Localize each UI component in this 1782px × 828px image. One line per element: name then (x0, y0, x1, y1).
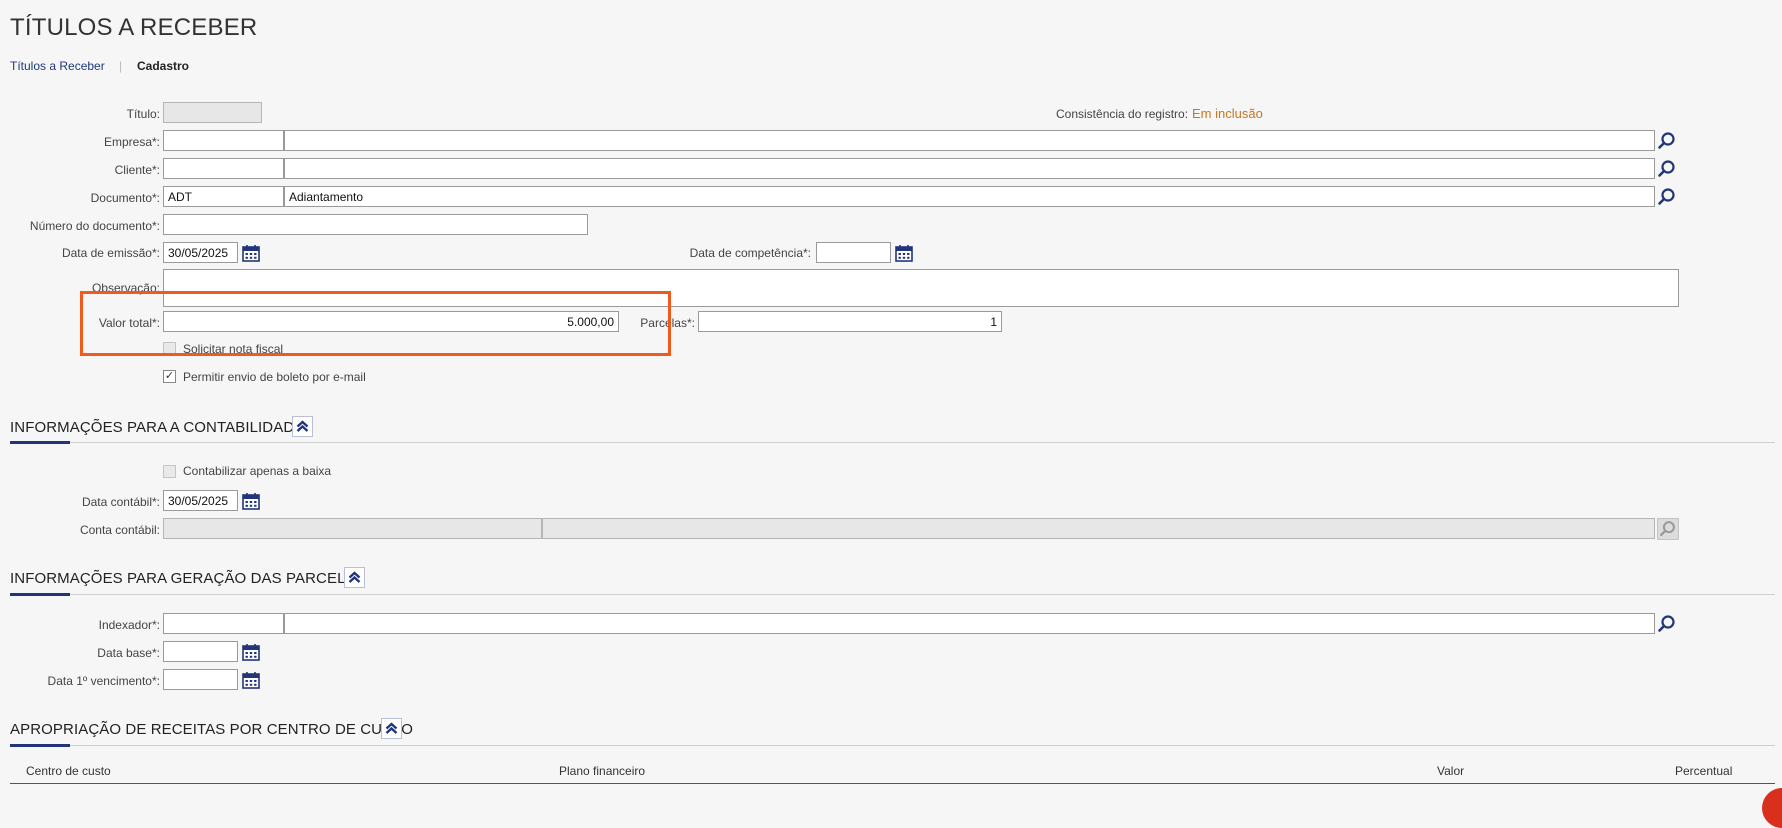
section-apropriacao-divider (10, 745, 1775, 746)
column-header-plano-financeiro[interactable]: Plano financeiro (559, 764, 645, 778)
search-icon (1656, 130, 1678, 152)
empresa-label: Empresa*: (103, 135, 160, 149)
section-apropriacao-collapse-button[interactable] (381, 718, 402, 739)
conta-contabil-name-field (542, 518, 1655, 539)
contabilizar-baixa-label: Contabilizar apenas a baixa (183, 464, 332, 478)
breadcrumb-current: Cadastro (137, 59, 190, 73)
section-contabilidade-collapse-button[interactable] (292, 416, 313, 437)
cliente-label: Cliente*: (114, 163, 160, 177)
boleto-email-label: Permitir envio de boleto por e-mail (183, 370, 366, 384)
numero-documento-label: Número do documento*: (29, 219, 160, 233)
section-parcelas-collapse-button[interactable] (344, 567, 365, 588)
boleto-email-checkbox[interactable]: ✓ (163, 370, 176, 383)
data-contabil-field[interactable] (163, 490, 238, 511)
search-icon (1656, 613, 1678, 635)
section-contabilidade-accent (10, 441, 70, 444)
page-title: TÍTULOS A RECEBER (10, 14, 258, 41)
data-competencia-label: Data de competência*: (689, 246, 811, 260)
chevron-double-up-icon (345, 571, 364, 591)
column-header-valor[interactable]: Valor (1437, 764, 1464, 778)
contabilizar-baixa-checkbox[interactable] (163, 465, 176, 478)
cliente-search-button[interactable] (1656, 158, 1678, 180)
documento-search-button[interactable] (1656, 186, 1678, 208)
data-emissao-label: Data de emissão*: (61, 246, 160, 260)
indexador-code-field[interactable] (163, 613, 284, 634)
column-header-percentual[interactable]: Percentual (1675, 764, 1732, 778)
titulo-field (163, 102, 262, 123)
empresa-code-field[interactable] (163, 130, 284, 151)
calendar-icon (241, 491, 261, 511)
chevron-double-up-icon (382, 722, 401, 742)
numero-documento-field[interactable] (163, 214, 588, 235)
calendar-icon (894, 243, 914, 263)
breadcrumb-separator: | (119, 59, 123, 73)
empresa-search-button[interactable] (1656, 130, 1678, 152)
section-parcelas-accent (10, 593, 70, 596)
documento-label: Documento*: (90, 191, 160, 205)
calendar-icon (241, 642, 261, 662)
section-parcelas-title: INFORMAÇÕES PARA GERAÇÃO DAS PARCELAS (10, 570, 366, 587)
conta-contabil-label: Conta contábil: (79, 523, 160, 537)
search-icon (1656, 158, 1678, 180)
section-apropriacao-title: APROPRIAÇÃO DE RECEITAS POR CENTRO DE CU… (10, 721, 413, 738)
chevron-double-up-icon (293, 420, 312, 440)
highlight-box (80, 291, 671, 356)
data-base-field[interactable] (163, 641, 238, 662)
data-base-calendar-button[interactable] (241, 642, 261, 662)
search-icon (1656, 186, 1678, 208)
data-competencia-calendar-button[interactable] (894, 243, 914, 263)
breadcrumb-link-titulos[interactable]: Títulos a Receber (10, 59, 105, 73)
data-vencimento-calendar-button[interactable] (241, 670, 261, 690)
data-emissao-field[interactable] (163, 242, 238, 263)
titulo-label: Título: (126, 107, 160, 121)
calendar-icon (241, 243, 261, 263)
table-top-border (10, 783, 1775, 784)
search-icon (1658, 519, 1678, 539)
section-parcelas-divider (10, 594, 1775, 595)
data-base-label: Data base*: (97, 646, 160, 660)
data-emissao-calendar-button[interactable] (241, 243, 261, 263)
documento-name-field[interactable] (284, 186, 1655, 207)
consistencia-label: Consistência do registro: (1056, 107, 1189, 121)
cliente-code-field[interactable] (163, 158, 284, 179)
section-contabilidade-title: INFORMAÇÕES PARA A CONTABILIDADE (10, 419, 305, 436)
conta-contabil-search-button (1657, 518, 1679, 540)
section-apropriacao-accent (10, 744, 70, 747)
data-vencimento-label: Data 1º vencimento*: (47, 674, 160, 688)
indexador-search-button[interactable] (1656, 613, 1678, 635)
empresa-name-field[interactable] (284, 130, 1655, 151)
section-contabilidade-divider (10, 442, 1775, 443)
data-competencia-field[interactable] (816, 242, 891, 263)
parcelas-field[interactable] (698, 311, 1002, 332)
corner-floating-button[interactable] (1762, 788, 1782, 828)
column-header-centro-custo[interactable]: Centro de custo (26, 764, 111, 778)
consistencia-status: Em inclusão (1192, 106, 1263, 121)
data-contabil-label: Data contábil*: (81, 495, 160, 509)
indexador-label: Indexador*: (98, 618, 160, 632)
data-vencimento-field[interactable] (163, 669, 238, 690)
documento-code-field[interactable] (163, 186, 284, 207)
calendar-icon (241, 670, 261, 690)
indexador-name-field[interactable] (284, 613, 1655, 634)
check-icon: ✓ (164, 370, 175, 382)
conta-contabil-code-field (163, 518, 542, 539)
data-contabil-calendar-button[interactable] (241, 491, 261, 511)
cliente-name-field[interactable] (284, 158, 1655, 179)
